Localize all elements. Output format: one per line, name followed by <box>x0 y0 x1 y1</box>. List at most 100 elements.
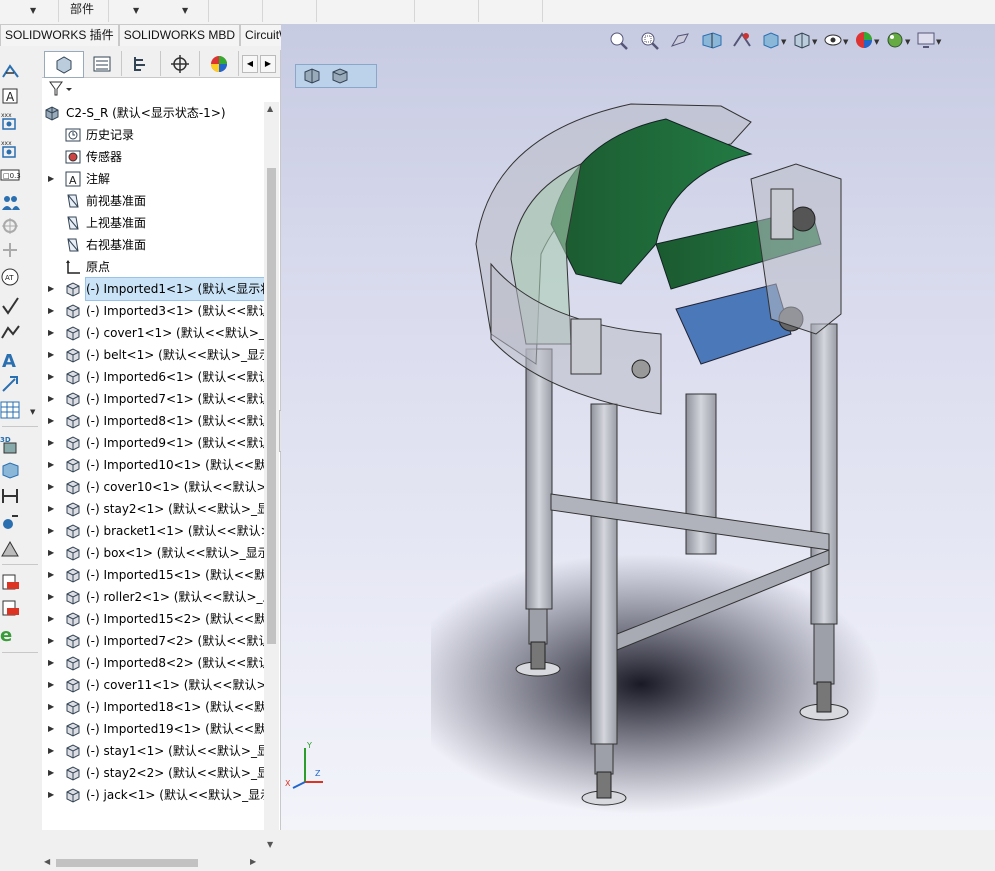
tree-item[interactable]: ▶ (-) Imported3<1> (默认<<默认 <box>42 300 264 322</box>
tree-item[interactable]: 前视基准面 <box>42 190 264 212</box>
expand-arrow-icon[interactable]: ▶ <box>48 498 54 520</box>
tree-item[interactable]: ▶ (-) Imported15<1> (默认<<默 <box>42 564 264 586</box>
tree-item[interactable]: ▶ (-) Imported18<1> (默认<<默 <box>42 696 264 718</box>
note-icon[interactable]: A <box>0 86 22 106</box>
publish-3d-pdf-icon[interactable] <box>0 598 22 618</box>
configurationmanager-tab-icon[interactable] <box>122 51 161 76</box>
tree-item[interactable]: ▶ (-) stay1<1> (默认<<默认>_显 <box>42 740 264 762</box>
conveyor-3d-model[interactable] <box>431 94 991 824</box>
expand-arrow-icon[interactable]: ▶ <box>48 696 54 718</box>
expand-arrow-icon[interactable]: ▶ <box>48 432 54 454</box>
tree-item[interactable]: ▶ (-) Imported6<1> (默认<<默认 <box>42 366 264 388</box>
expand-arrow-icon[interactable]: ▶ <box>48 344 54 366</box>
scroll-down-arrow-icon[interactable]: ▼ <box>267 840 273 849</box>
tree-root-assembly[interactable]: C2-S_R (默认<显示状态-1>) <box>42 102 264 124</box>
tree-item[interactable]: ▶ (-) Imported7<2> (默认<<默认 <box>42 630 264 652</box>
expand-arrow-icon[interactable]: ▶ <box>48 278 54 300</box>
tree-item[interactable]: ▶ (-) cover10<1> (默认<<默认>_ <box>42 476 264 498</box>
tree-horizontal-scrollbar[interactable]: ◀ ▶ <box>42 854 264 871</box>
tree-item[interactable]: ▶ (-) box<1> (默认<<默认>_显示 <box>42 542 264 564</box>
tree-item[interactable]: ▶ (-) jack<1> (默认<<默认>_显示 <box>42 784 264 806</box>
publish-pdf-icon[interactable] <box>0 572 22 592</box>
tree-item[interactable]: 传感器 <box>42 146 264 168</box>
auto-dimension-icon[interactable] <box>0 512 22 532</box>
tree-item[interactable]: ▶ (-) Imported19<1> (默认<<默 <box>42 718 264 740</box>
expand-arrow-icon[interactable]: ▶ <box>48 300 54 322</box>
table-icon[interactable] <box>0 400 22 420</box>
displaymanager-tab-icon[interactable] <box>200 51 239 76</box>
tree-item[interactable]: ▶ (-) Imported7<1> (默认<<默认 <box>42 388 264 410</box>
dropdown-arrow-icon[interactable]: ▼ <box>182 6 188 15</box>
scroll-right-arrow-icon[interactable]: ▶ <box>250 857 256 866</box>
section-view-icon[interactable] <box>699 30 727 50</box>
tree-item[interactable]: ▶ (-) roller2<1> (默认<<默认>_显 <box>42 586 264 608</box>
tree-item[interactable]: ▶ (-) belt<1> (默认<<默认>_显示 <box>42 344 264 366</box>
tree-item[interactable]: ▶ (-) Imported8<2> (默认<<默认 <box>42 652 264 674</box>
scroll-tabs-right-icon[interactable]: ▶ <box>260 55 276 73</box>
smart-dimension-icon[interactable] <box>0 62 22 82</box>
part-config-icon[interactable] <box>330 67 354 85</box>
expand-arrow-icon[interactable]: ▶ <box>48 586 54 608</box>
expand-arrow-icon[interactable]: ▶ <box>48 564 54 586</box>
expand-arrow-icon[interactable]: ▶ <box>48 454 54 476</box>
ribbon-fragment-label[interactable]: 部件 <box>70 0 94 17</box>
view-settings-icon[interactable]: ▼ <box>916 30 944 50</box>
apply-scene-icon[interactable]: ▼ <box>885 30 913 50</box>
tab-solidworks-mbd[interactable]: SOLIDWORKS MBD <box>118 24 241 46</box>
hole-callout-icon[interactable] <box>0 216 22 236</box>
weld-symbol-icon[interactable] <box>0 192 22 212</box>
geometric-tolerance-icon[interactable] <box>0 296 22 316</box>
tree-vertical-scrollbar[interactable]: ▲ ▼ <box>264 102 279 854</box>
view-orientation-icon[interactable]: ▼ <box>761 30 789 50</box>
expand-arrow-icon[interactable]: ▶ <box>48 410 54 432</box>
tab-solidworks-addins[interactable]: SOLIDWORKS 插件 <box>0 24 119 46</box>
expand-arrow-icon[interactable]: ▶ <box>48 476 54 498</box>
assembly-config-icon[interactable] <box>302 67 326 85</box>
tree-item[interactable]: 原点 <box>42 256 264 278</box>
scrollbar-thumb[interactable] <box>267 168 276 644</box>
show-tolerance-status-icon[interactable] <box>0 538 22 558</box>
dynamic-annotation-views-icon[interactable] <box>730 30 758 50</box>
tree-item[interactable]: 上视基准面 <box>42 212 264 234</box>
expand-arrow-icon[interactable]: ▶ <box>48 366 54 388</box>
edit-appearance-icon[interactable]: ▼ <box>854 30 882 50</box>
3d-view-icon[interactable]: 3D <box>0 434 22 454</box>
expand-arrow-icon[interactable]: ▶ <box>48 630 54 652</box>
expand-arrow-icon[interactable]: ▶ <box>48 388 54 410</box>
edrawings-icon[interactable]: e <box>0 624 22 644</box>
tree-item[interactable]: 右视基准面 <box>42 234 264 256</box>
expand-arrow-icon[interactable]: ▶ <box>48 784 54 806</box>
block-icon[interactable] <box>0 374 22 394</box>
datum-feature-icon[interactable]: AT <box>0 266 22 286</box>
previous-view-icon[interactable] <box>668 30 696 50</box>
tree-item[interactable]: ▶ (-) cover11<1> (默认<<默认>_ <box>42 674 264 696</box>
text-icon[interactable]: A <box>0 350 22 370</box>
expand-arrow-icon[interactable]: ▶ <box>48 718 54 740</box>
tree-item[interactable]: ▶ (-) Imported10<1> (默认<<默 <box>42 454 264 476</box>
expand-arrow-icon[interactable]: ▶ <box>48 520 54 542</box>
propertymanager-tab-icon[interactable] <box>83 51 122 76</box>
tree-item[interactable]: ▶ A 注解 <box>42 168 264 190</box>
tree-item[interactable]: ▶ (-) stay2<2> (默认<<默认>_显 <box>42 762 264 784</box>
expand-arrow-icon[interactable]: ▶ <box>48 762 54 784</box>
tree-item[interactable]: ▶ (-) bracket1<1> (默认<<默认> <box>42 520 264 542</box>
datum-target-icon[interactable]: xxx <box>0 138 22 158</box>
tree-filter-icon[interactable] <box>48 80 74 98</box>
dimxpert-icon[interactable] <box>0 486 22 506</box>
expand-arrow-icon[interactable]: ▶ <box>48 542 54 564</box>
surface-finish-icon[interactable]: □0.3 <box>0 168 22 188</box>
dropdown-arrow-icon[interactable]: ▼ <box>133 6 139 15</box>
expand-arrow-icon[interactable]: ▶ <box>48 168 54 190</box>
dimxpertmanager-tab-icon[interactable] <box>161 51 200 76</box>
tree-item[interactable]: 历史记录 <box>42 124 264 146</box>
display-style-icon[interactable]: ▼ <box>792 30 820 50</box>
centermark-icon[interactable] <box>0 240 22 260</box>
cosmetic-thread-icon[interactable] <box>0 322 22 342</box>
hide-show-items-icon[interactable]: ▼ <box>823 30 851 50</box>
table-dropdown-arrow-icon[interactable]: ▼ <box>30 408 35 416</box>
scroll-tabs-left-icon[interactable]: ◀ <box>242 55 258 73</box>
scroll-left-arrow-icon[interactable]: ◀ <box>44 857 50 866</box>
tree-item[interactable]: ▶ (-) Imported1<1> (默认<显示状 <box>42 277 264 301</box>
tree-item[interactable]: ▶ (-) cover1<1> (默认<<默认>_显 <box>42 322 264 344</box>
tree-item[interactable]: ▶ (-) Imported15<2> (默认<<默 <box>42 608 264 630</box>
